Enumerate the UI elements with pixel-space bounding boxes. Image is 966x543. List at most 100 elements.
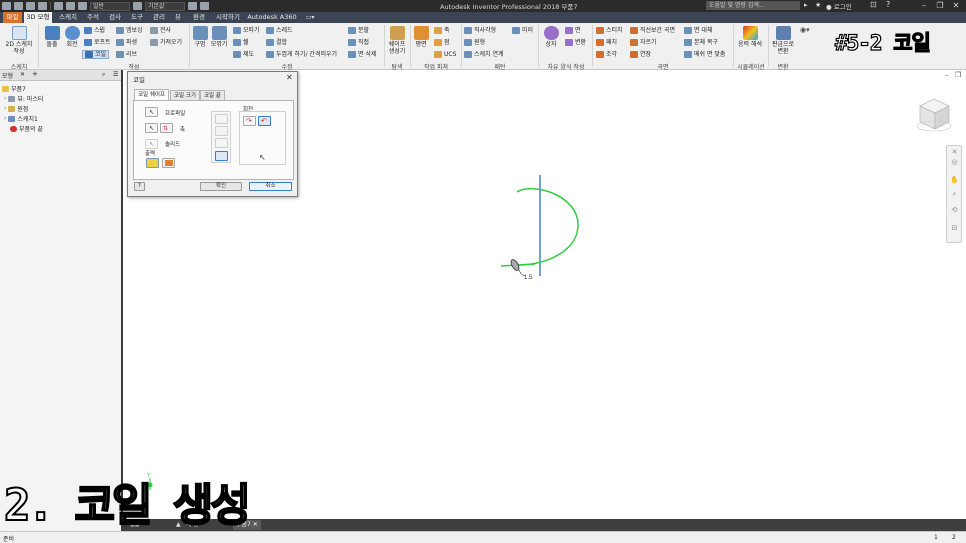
- tab-annotate[interactable]: 주석: [84, 12, 102, 23]
- solid-select-button[interactable]: ↖: [145, 139, 158, 149]
- nav-close-icon[interactable]: ✕: [950, 148, 959, 156]
- split-button[interactable]: 분할: [348, 26, 369, 35]
- convert-sheetmetal-button[interactable]: 판금으로 변환: [770, 26, 796, 55]
- freeform-face-button[interactable]: 면: [565, 26, 581, 35]
- ok-button[interactable]: 확인: [200, 182, 242, 191]
- appearance-combo[interactable]: 기본값: [145, 1, 185, 11]
- tab-coil-shape[interactable]: 코일 쉐이프: [134, 89, 170, 100]
- browser-menu-icon[interactable]: ☰: [113, 71, 118, 78]
- rect-pattern-button[interactable]: 직사각형: [464, 26, 496, 35]
- ucs-button[interactable]: UCS: [434, 50, 456, 59]
- mesh-fit-button[interactable]: 메쉬 면 맞춤: [684, 50, 725, 59]
- look-at-icon[interactable]: ⊟: [950, 224, 959, 232]
- tab-a360[interactable]: Autodesk A360: [247, 12, 297, 23]
- stress-analysis-button[interactable]: 응력 해석: [738, 26, 762, 48]
- tab-get-started[interactable]: 시작하기: [213, 12, 243, 23]
- replace-face-button[interactable]: 면 대체: [684, 26, 712, 35]
- sculpt-button[interactable]: 조각: [596, 50, 617, 59]
- axis-flip-button[interactable]: ⇅: [160, 123, 173, 133]
- repair-bodies-button[interactable]: 본체 복구: [684, 38, 718, 47]
- tree-item-sketch[interactable]: › 스케치1: [4, 114, 38, 123]
- stitch-button[interactable]: 스티치: [596, 26, 623, 35]
- tab-environments[interactable]: 환경: [189, 12, 209, 23]
- draft-button[interactable]: 제도: [233, 50, 254, 59]
- material-combo[interactable]: 일반: [90, 1, 130, 11]
- profile-select-button[interactable]: ↖: [145, 107, 158, 117]
- tab-overflow-icon[interactable]: ▭▾: [303, 12, 317, 23]
- axis-select-button[interactable]: ↖: [145, 123, 158, 133]
- clear-icon[interactable]: [200, 2, 209, 10]
- plane-button[interactable]: 평면: [412, 26, 430, 48]
- new-solid-button[interactable]: [215, 151, 228, 161]
- ribbon-options-icon[interactable]: ◉▾: [800, 26, 810, 34]
- mirror-button[interactable]: 미러: [512, 26, 533, 35]
- cut-button[interactable]: [215, 126, 228, 136]
- freeform-box-button[interactable]: 상자: [541, 26, 561, 48]
- tree-item-view[interactable]: › 뷰: 마스터: [4, 94, 43, 103]
- sketch-pattern-button[interactable]: 스케치 연계: [464, 50, 504, 59]
- thicken-button[interactable]: 두껍게 하기/ 간격띄우기: [266, 50, 337, 59]
- expand-icon[interactable]: ›: [4, 95, 6, 102]
- trim-button[interactable]: 자르기: [630, 38, 657, 47]
- axis-button[interactable]: 축: [434, 26, 450, 35]
- folder-icon[interactable]: [66, 2, 75, 10]
- pan-icon[interactable]: ✋: [950, 176, 959, 184]
- circ-pattern-button[interactable]: 원형: [464, 38, 485, 47]
- shape-generator-button[interactable]: 쉐이프 생성기: [386, 26, 408, 55]
- viewport-restore-icon[interactable]: ❐: [955, 71, 961, 79]
- ruled-surface-button[interactable]: 직선보간 곡면: [630, 26, 675, 35]
- fillet-button[interactable]: 모깎기: [208, 26, 230, 48]
- zoom-icon[interactable]: ⌕: [950, 190, 959, 198]
- help-search-input[interactable]: 도움말 및 명령 검색...: [706, 1, 800, 10]
- delete-face-button[interactable]: 면 삭제: [348, 50, 376, 59]
- emboss-button[interactable]: 엠보싱: [116, 26, 143, 35]
- patch-button[interactable]: 패치: [596, 38, 617, 47]
- rotate-ccw-button[interactable]: ↶: [258, 116, 271, 126]
- browser-tab-model[interactable]: 모형: [2, 71, 13, 80]
- sketch-2d-button[interactable]: 2D 스케치 작성: [3, 26, 35, 55]
- tab-view[interactable]: 뷰: [172, 12, 184, 23]
- tab-inspect[interactable]: 검사: [106, 12, 124, 23]
- save-icon[interactable]: [14, 2, 23, 10]
- cart-icon[interactable]: ⊡: [870, 0, 877, 9]
- viewport-minimize-icon[interactable]: –: [945, 71, 949, 79]
- intersect-button[interactable]: [215, 138, 228, 148]
- revolve-button[interactable]: 회전: [62, 26, 82, 48]
- adjust-icon[interactable]: [188, 2, 197, 10]
- home-icon[interactable]: [54, 2, 63, 10]
- undo-icon[interactable]: [26, 2, 35, 10]
- help-button[interactable]: ?: [134, 182, 145, 191]
- doc-tab-close-icon[interactable]: ✕: [253, 521, 258, 528]
- cancel-button[interactable]: 취소: [249, 182, 292, 191]
- tab-sketch[interactable]: 스케치: [55, 12, 81, 23]
- direct-button[interactable]: 직접: [348, 38, 369, 47]
- help-icon[interactable]: ?: [886, 0, 890, 9]
- freeform-convert-button[interactable]: 변환: [565, 38, 586, 47]
- coil-button[interactable]: 코일: [82, 50, 110, 59]
- point-button[interactable]: 점: [434, 38, 450, 47]
- hole-button[interactable]: 구멍: [192, 26, 208, 48]
- output-solid-button[interactable]: [146, 158, 159, 168]
- decal-button[interactable]: 전사: [150, 26, 171, 35]
- tree-item-end-of-part[interactable]: 부품의 끝: [10, 124, 43, 133]
- tab-3d-model[interactable]: 3D 모형: [24, 12, 52, 23]
- chamfer-button[interactable]: 모따기: [233, 26, 260, 35]
- browser-close-icon[interactable]: ✕: [20, 71, 25, 78]
- minimize-icon[interactable]: –: [918, 1, 930, 10]
- rib-button[interactable]: 리브: [116, 50, 137, 59]
- tab-tools[interactable]: 도구: [128, 12, 146, 23]
- binoculars-icon[interactable]: ▸: [804, 1, 808, 9]
- derive-button[interactable]: 파생: [116, 38, 137, 47]
- appearance-icon[interactable]: [133, 2, 142, 10]
- redo-icon[interactable]: [38, 2, 47, 10]
- expand-icon[interactable]: ›: [4, 105, 6, 112]
- login-button[interactable]: ● 로그인: [826, 1, 852, 11]
- thread-button[interactable]: 스레드: [266, 26, 293, 35]
- restore-icon[interactable]: ❐: [934, 1, 946, 10]
- star-icon[interactable]: ★: [815, 1, 821, 9]
- join-button[interactable]: [215, 114, 228, 124]
- steering-wheel-icon[interactable]: ◎: [950, 158, 959, 166]
- material-icon[interactable]: [78, 2, 87, 10]
- tree-item-part[interactable]: 부품7: [2, 84, 26, 93]
- browser-add-icon[interactable]: +: [32, 70, 38, 78]
